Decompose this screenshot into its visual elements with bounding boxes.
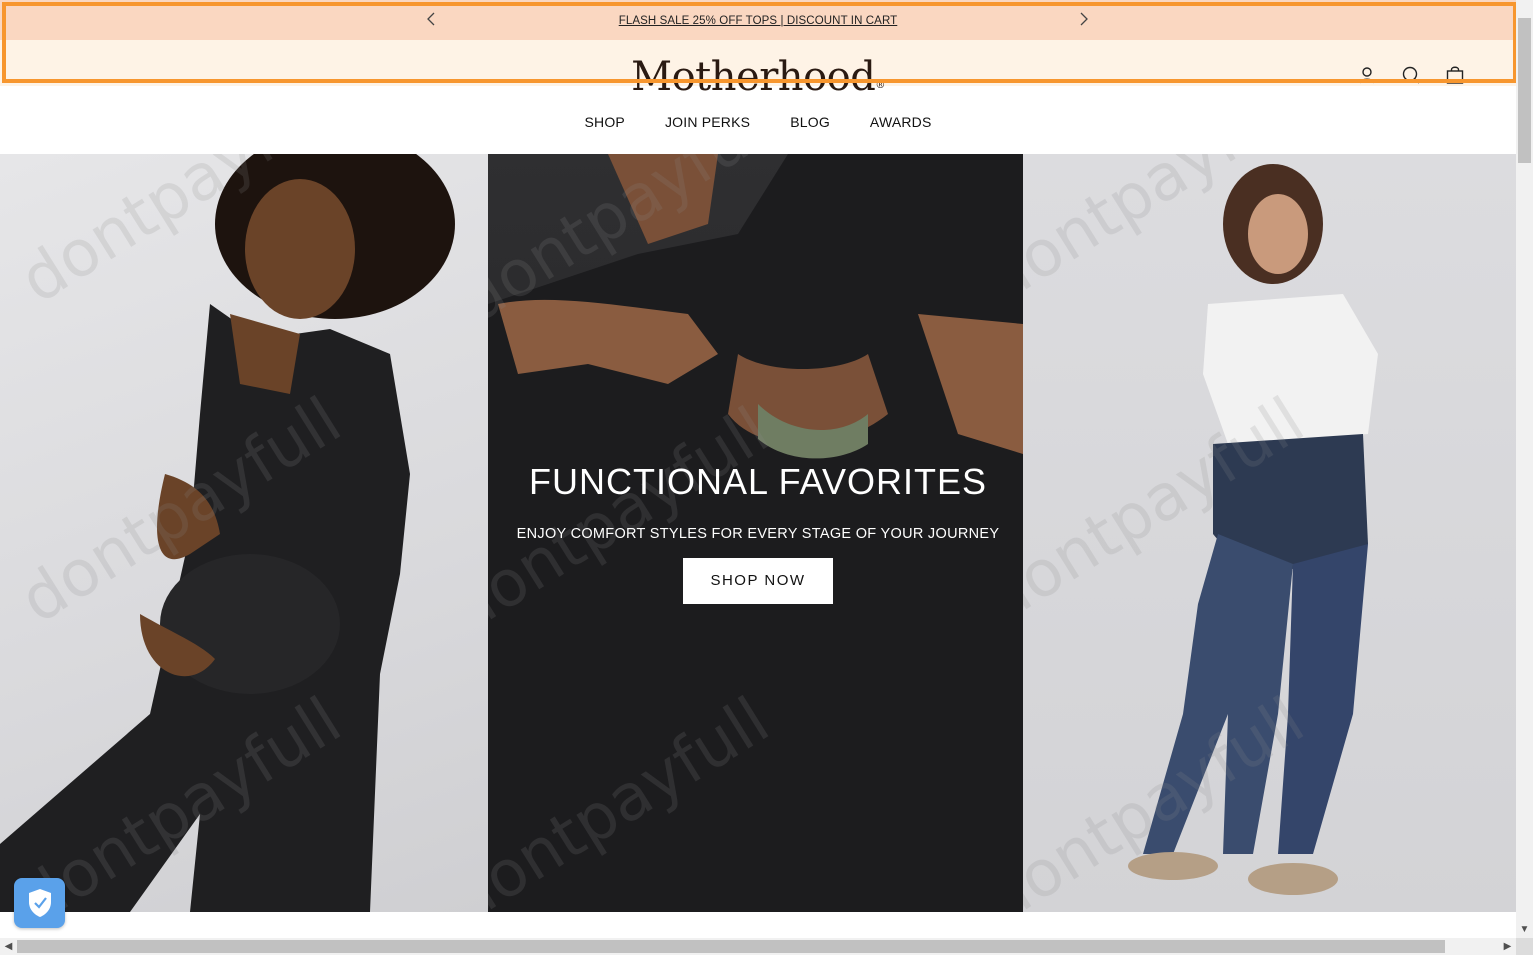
search-icon bbox=[1402, 66, 1420, 84]
chevron-right-icon bbox=[1080, 12, 1088, 26]
search-button[interactable] bbox=[1400, 64, 1422, 86]
horizontal-scrollbar[interactable]: ◀ ▶ bbox=[0, 938, 1516, 955]
shield-badge-button[interactable] bbox=[14, 878, 65, 928]
hero-title: FUNCTIONAL FAVORITES bbox=[528, 461, 988, 502]
account-button[interactable] bbox=[1356, 64, 1378, 86]
shopping-bag-icon bbox=[1446, 66, 1464, 84]
scroll-left-icon[interactable]: ◀ bbox=[0, 938, 17, 955]
shield-check-icon bbox=[28, 889, 51, 917]
hero-image-right: dontpayfull dontpayfull dontpayfull bbox=[1023, 154, 1516, 912]
announcement-link[interactable]: FLASH SALE 25% OFF TOPS | DISCOUNT IN CA… bbox=[619, 15, 898, 27]
announcement-next-button[interactable] bbox=[1074, 9, 1094, 29]
registered-mark: ® bbox=[875, 80, 885, 91]
main-nav: SHOP JOIN PERKS BLOG AWARDS bbox=[0, 114, 1516, 130]
shop-now-button[interactable]: SHOP NOW bbox=[683, 558, 833, 604]
horizontal-scroll-thumb[interactable] bbox=[17, 940, 1445, 953]
model-figure-right bbox=[1128, 164, 1378, 895]
logo-text: Motherhood bbox=[631, 54, 876, 98]
site-logo[interactable]: Motherhood® bbox=[0, 52, 1516, 98]
hero-subtitle: ENJOY COMFORT STYLES FOR EVERY STAGE OF … bbox=[516, 526, 1000, 542]
vertical-scrollbar[interactable]: ▼ bbox=[1516, 0, 1533, 938]
nav-item-join-perks[interactable]: JOIN PERKS bbox=[665, 114, 750, 130]
chevron-left-icon bbox=[427, 12, 435, 26]
hero-banner[interactable]: dontpayfull dontpayfull dontpayfull dont… bbox=[0, 154, 1516, 912]
vertical-scroll-thumb[interactable] bbox=[1518, 18, 1531, 163]
scroll-right-icon[interactable]: ▶ bbox=[1499, 938, 1516, 955]
site-header: Motherhood® SHOP JOIN PERKS BLOG AWARDS bbox=[0, 40, 1516, 154]
nav-item-shop[interactable]: SHOP bbox=[584, 114, 624, 130]
model-figure-left bbox=[0, 154, 455, 912]
cart-button[interactable] bbox=[1444, 64, 1466, 86]
scroll-down-icon[interactable]: ▼ bbox=[1516, 921, 1533, 938]
header-icons bbox=[1356, 64, 1466, 86]
nav-item-awards[interactable]: AWARDS bbox=[870, 114, 932, 130]
account-icon bbox=[1359, 67, 1375, 84]
announcement-bar: FLASH SALE 25% OFF TOPS | DISCOUNT IN CA… bbox=[0, 0, 1516, 40]
hero-content: FUNCTIONAL FAVORITES ENJOY COMFORT STYLE… bbox=[488, 460, 1028, 604]
hero-image-left: dontpayfull dontpayfull dontpayfull bbox=[0, 154, 488, 912]
announcement-prev-button[interactable] bbox=[421, 9, 441, 29]
nav-item-blog[interactable]: BLOG bbox=[790, 114, 830, 130]
page: FLASH SALE 25% OFF TOPS | DISCOUNT IN CA… bbox=[0, 0, 1533, 955]
scrollbar-corner bbox=[1516, 938, 1533, 955]
